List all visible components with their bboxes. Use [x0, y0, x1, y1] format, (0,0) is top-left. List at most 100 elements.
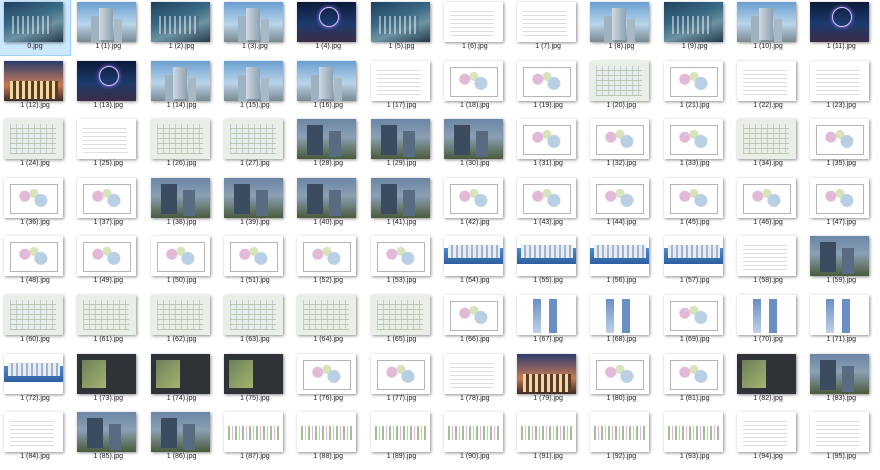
- file-thumbnail[interactable]: [223, 295, 283, 335]
- file-item[interactable]: 1 (26).jpg: [147, 117, 217, 172]
- file-thumbnail[interactable]: [370, 412, 430, 453]
- file-thumbnail[interactable]: [663, 412, 723, 453]
- file-thumbnail[interactable]: [370, 177, 430, 218]
- file-thumbnail[interactable]: [737, 236, 796, 277]
- file-item[interactable]: 1 (12).jpg: [0, 59, 70, 114]
- file-thumbnail[interactable]: [517, 177, 577, 218]
- file-thumbnail[interactable]: [737, 119, 796, 160]
- file-thumbnail[interactable]: [443, 236, 503, 277]
- file-thumbnail[interactable]: [77, 295, 137, 335]
- file-item[interactable]: 1 (7).jpg: [513, 0, 583, 55]
- file-item[interactable]: 1 (50).jpg: [147, 234, 217, 289]
- file-thumbnail[interactable]: [443, 412, 503, 453]
- file-thumbnail[interactable]: [443, 2, 503, 42]
- file-thumbnail[interactable]: [590, 177, 650, 218]
- file-item[interactable]: 1 (81).jpg: [660, 352, 730, 407]
- file-thumbnail[interactable]: [443, 177, 503, 218]
- file-thumbnail[interactable]: [810, 60, 870, 101]
- file-item[interactable]: 1 (89).jpg: [367, 410, 437, 465]
- file-thumbnail[interactable]: [737, 295, 796, 335]
- file-item[interactable]: 1 (47).jpg: [806, 176, 876, 231]
- file-item[interactable]: 1 (62).jpg: [147, 293, 217, 348]
- file-item[interactable]: 1 (66).jpg: [440, 293, 510, 348]
- file-item[interactable]: 1 (17).jpg: [367, 59, 437, 114]
- file-item[interactable]: 1 (19).jpg: [513, 59, 583, 114]
- file-thumbnail[interactable]: [443, 60, 503, 101]
- file-thumbnail[interactable]: [150, 295, 210, 335]
- file-thumbnail[interactable]: [150, 60, 210, 101]
- file-thumbnail[interactable]: [590, 353, 650, 394]
- file-thumbnail[interactable]: [663, 295, 723, 335]
- file-thumbnail[interactable]: [370, 60, 430, 101]
- file-thumbnail[interactable]: [4, 177, 63, 218]
- file-item[interactable]: 1 (95).jpg: [806, 410, 876, 465]
- file-thumbnail[interactable]: [370, 353, 430, 394]
- file-thumbnail[interactable]: [737, 2, 796, 42]
- file-item[interactable]: 1 (41).jpg: [367, 176, 437, 231]
- file-item[interactable]: 1 (51).jpg: [220, 234, 290, 289]
- file-item[interactable]: 1 (74).jpg: [147, 352, 217, 407]
- file-item[interactable]: 1 (57).jpg: [660, 234, 730, 289]
- file-thumbnail[interactable]: [663, 60, 723, 101]
- file-item[interactable]: 1 (42).jpg: [440, 176, 510, 231]
- file-item[interactable]: 1 (28).jpg: [293, 117, 363, 172]
- file-item[interactable]: 1 (24).jpg: [0, 117, 70, 172]
- file-item[interactable]: 1 (65).jpg: [367, 293, 437, 348]
- file-item[interactable]: 1 (38).jpg: [147, 176, 217, 231]
- file-thumbnail[interactable]: [810, 353, 870, 394]
- file-item[interactable]: 1 (39).jpg: [220, 176, 290, 231]
- file-thumbnail[interactable]: [150, 236, 210, 277]
- file-item[interactable]: 1 (36).jpg: [0, 176, 70, 231]
- file-thumbnail[interactable]: [77, 353, 137, 394]
- file-thumbnail[interactable]: [223, 60, 283, 101]
- file-item[interactable]: 1 (32).jpg: [586, 117, 656, 172]
- file-thumbnail[interactable]: [223, 2, 283, 42]
- file-item[interactable]: 1 (10).jpg: [733, 0, 803, 55]
- file-thumbnail[interactable]: [590, 119, 650, 160]
- file-item[interactable]: 1 (11).jpg: [806, 0, 876, 55]
- file-thumbnail[interactable]: [150, 353, 210, 394]
- file-thumbnail[interactable]: [810, 412, 870, 453]
- file-item[interactable]: 1 (30).jpg: [440, 117, 510, 172]
- file-item[interactable]: 1 (20).jpg: [586, 59, 656, 114]
- file-thumbnail[interactable]: [297, 412, 357, 453]
- file-item[interactable]: 1 (52).jpg: [293, 234, 363, 289]
- file-thumbnail[interactable]: [77, 2, 137, 42]
- file-item[interactable]: 1 (85).jpg: [73, 410, 143, 465]
- file-thumbnail[interactable]: [297, 353, 357, 394]
- file-item[interactable]: 1 (86).jpg: [147, 410, 217, 465]
- file-item[interactable]: 1 (55).jpg: [513, 234, 583, 289]
- file-item[interactable]: 1 (33).jpg: [660, 117, 730, 172]
- file-item[interactable]: 1 (5).jpg: [367, 0, 437, 55]
- file-thumbnail[interactable]: [517, 236, 577, 277]
- file-item[interactable]: 1 (15).jpg: [220, 59, 290, 114]
- file-item[interactable]: 1 (63).jpg: [220, 293, 290, 348]
- file-thumbnail[interactable]: [4, 295, 63, 335]
- file-thumbnail[interactable]: [223, 236, 283, 277]
- file-item[interactable]: 1 (84).jpg: [0, 410, 70, 465]
- file-thumbnail[interactable]: [737, 353, 796, 394]
- file-thumbnail[interactable]: [810, 2, 870, 42]
- file-thumbnail[interactable]: [517, 295, 577, 335]
- file-item[interactable]: 1 (67).jpg: [513, 293, 583, 348]
- file-thumbnail[interactable]: [150, 2, 210, 42]
- file-thumbnail[interactable]: [663, 119, 723, 160]
- file-thumbnail[interactable]: [150, 119, 210, 160]
- file-item[interactable]: 1 (94).jpg: [733, 410, 803, 465]
- file-thumbnail[interactable]: [77, 119, 137, 160]
- file-item[interactable]: 1 (69).jpg: [660, 293, 730, 348]
- file-thumbnail[interactable]: [297, 295, 357, 335]
- file-thumbnail[interactable]: [297, 177, 357, 218]
- file-thumbnail[interactable]: [370, 236, 430, 277]
- file-thumbnail[interactable]: [223, 412, 283, 453]
- file-thumbnail[interactable]: [370, 2, 430, 42]
- file-item[interactable]: 1 (70).jpg: [733, 293, 803, 348]
- file-item[interactable]: 1 (2).jpg: [147, 0, 217, 55]
- file-thumbnail[interactable]: [517, 60, 577, 101]
- file-thumbnail[interactable]: [810, 177, 870, 218]
- file-item[interactable]: 1 (1).jpg: [73, 0, 143, 55]
- file-item[interactable]: 1 (46).jpg: [733, 176, 803, 231]
- file-thumbnail[interactable]: [663, 236, 723, 277]
- file-thumbnail[interactable]: [590, 412, 650, 453]
- file-thumbnail[interactable]: [663, 2, 723, 42]
